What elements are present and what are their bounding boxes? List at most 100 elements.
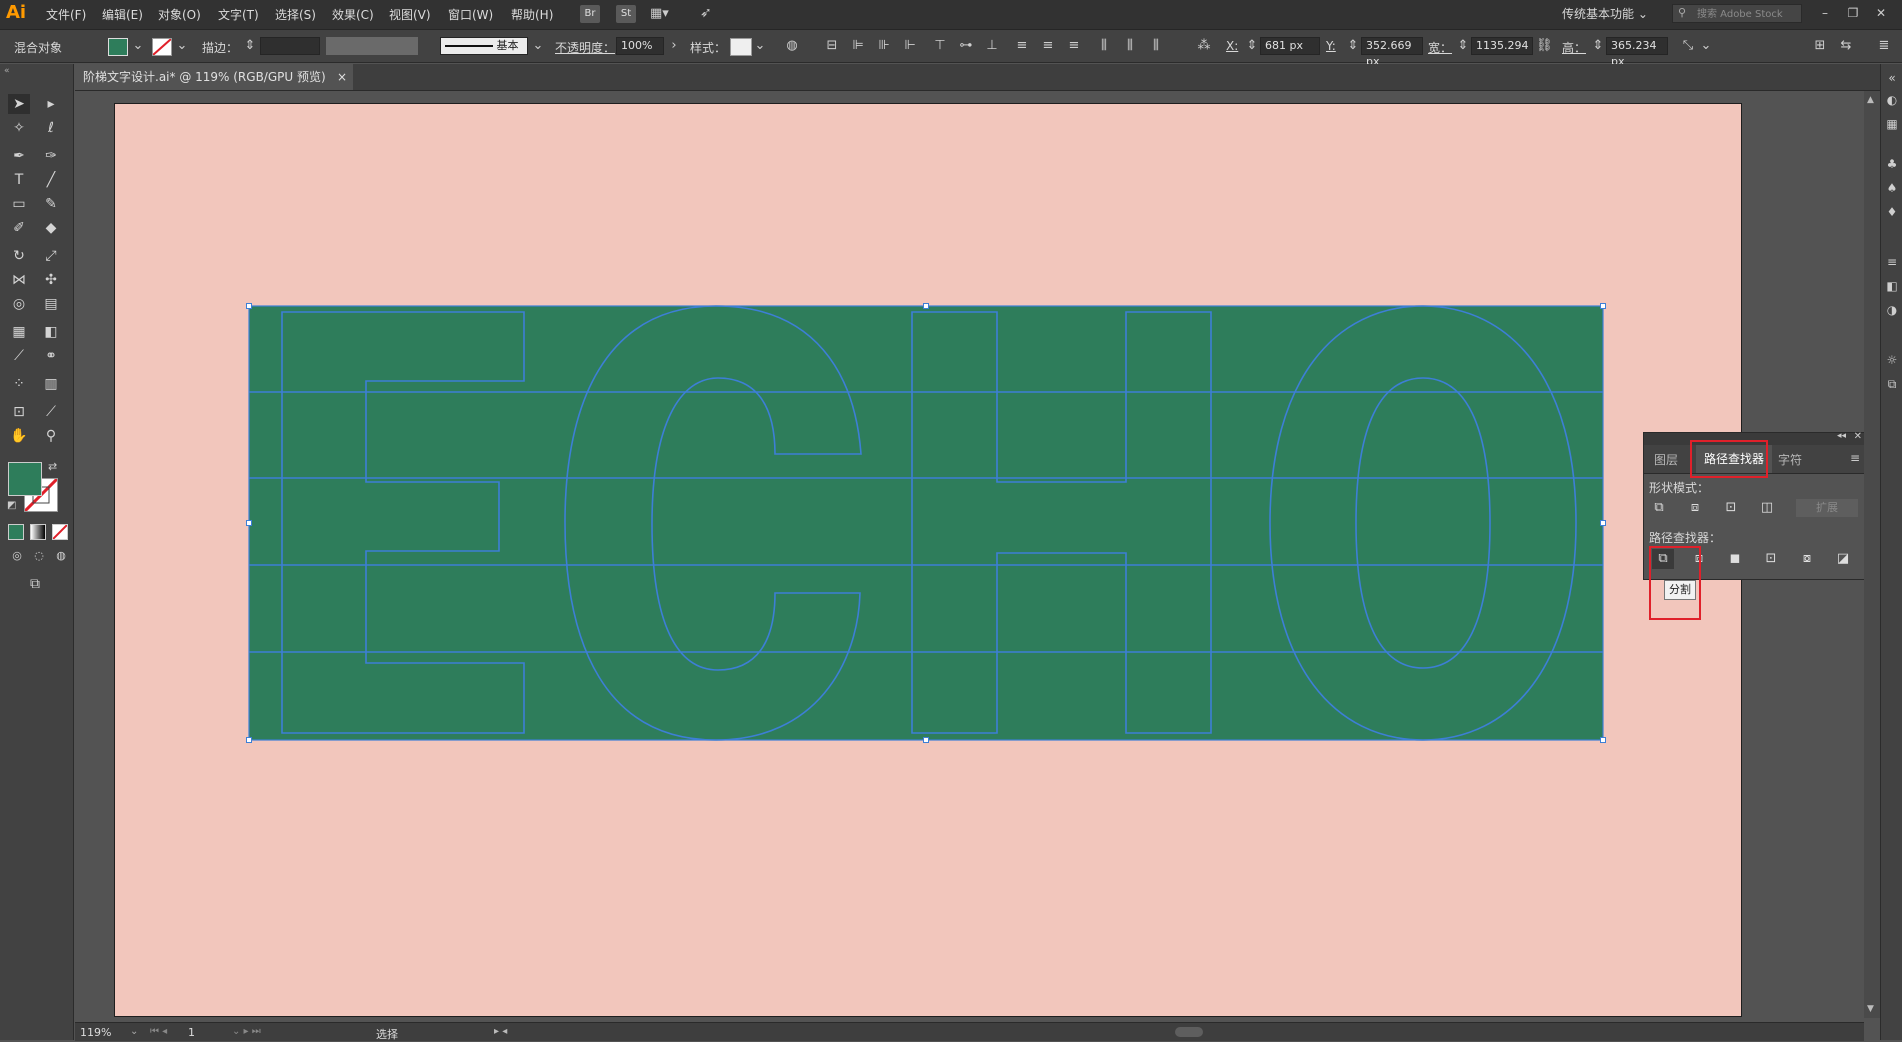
- resize-handle[interactable]: [246, 737, 252, 743]
- menu-file[interactable]: 文件(F): [46, 6, 86, 23]
- scroll-down-icon[interactable]: ▼: [1867, 1004, 1874, 1014]
- chevron-down-icon[interactable]: ⌄: [530, 38, 546, 54]
- workspace-switcher[interactable]: 传统基本功能 ⌄: [1562, 5, 1648, 22]
- horizontal-align-left-icon[interactable]: ⊫: [850, 38, 866, 54]
- recolor-artwork-icon[interactable]: ◍: [784, 38, 800, 54]
- arrange-documents-icon[interactable]: ▦▾: [650, 6, 669, 21]
- horizontal-align-right-icon[interactable]: ⊩: [902, 38, 918, 54]
- distribute-right-icon[interactable]: ⫼: [1148, 38, 1164, 54]
- draw-inside-icon[interactable]: ◍: [50, 546, 72, 566]
- menu-select[interactable]: 选择(S): [275, 6, 316, 23]
- swap-fill-stroke-icon[interactable]: ⇄: [48, 460, 57, 473]
- color-mode-icon[interactable]: [8, 524, 24, 540]
- first-artboard-icon[interactable]: ⏮ ◂: [150, 1026, 167, 1037]
- distribute-center-icon[interactable]: ≡: [1040, 38, 1056, 54]
- brushes-panel-icon[interactable]: ♠: [1884, 180, 1900, 196]
- x-stepper[interactable]: ⇕: [1244, 38, 1260, 54]
- vertical-align-bottom-icon[interactable]: ⊥: [984, 38, 1000, 54]
- distribute-top-icon[interactable]: ≡: [1014, 38, 1030, 54]
- collapse-icon[interactable]: «: [1884, 70, 1900, 86]
- puppet-warp-tool-icon[interactable]: ✣: [40, 270, 62, 290]
- variable-width-profile[interactable]: [326, 37, 418, 55]
- x-input[interactable]: 681 px: [1260, 37, 1320, 55]
- minimize-icon[interactable]: –: [1812, 4, 1838, 22]
- close-window-icon[interactable]: ✕: [1868, 4, 1894, 22]
- none-mode-icon[interactable]: [52, 524, 68, 540]
- height-input[interactable]: 365.234 px: [1606, 37, 1668, 68]
- vertical-align-center-icon[interactable]: ⊶: [958, 38, 974, 54]
- graphic-styles-icon[interactable]: ♦: [1884, 204, 1900, 220]
- resize-handle[interactable]: [246, 303, 252, 309]
- symbols-panel-icon[interactable]: ♣: [1884, 156, 1900, 172]
- transparency-panel-icon[interactable]: ◑: [1884, 302, 1900, 318]
- layers-panel-icon[interactable]: ⧉: [1884, 376, 1900, 392]
- height-stepper[interactable]: ⇕: [1590, 38, 1606, 54]
- gradient-mode-icon[interactable]: [30, 524, 46, 540]
- line-tool-icon[interactable]: ╱: [40, 170, 62, 190]
- menu-view[interactable]: 视图(V): [389, 6, 431, 23]
- collapse-panel-icon[interactable]: ◂◂: [1837, 431, 1846, 441]
- eraser-tool-icon[interactable]: ◆: [40, 218, 62, 238]
- chevron-down-icon[interactable]: ⌄: [174, 38, 190, 54]
- bridge-button[interactable]: Br: [580, 5, 600, 23]
- curvature-tool-icon[interactable]: ✑: [40, 146, 62, 166]
- close-panel-icon[interactable]: ✕: [1854, 431, 1862, 442]
- draw-normal-icon[interactable]: ◎: [6, 546, 28, 566]
- panel-menu-icon[interactable]: ⇆: [1838, 38, 1854, 54]
- gpu-performance-icon[interactable]: ➶: [700, 5, 712, 21]
- menu-help[interactable]: 帮助(H): [511, 6, 553, 23]
- color-panel-icon[interactable]: ◐: [1884, 92, 1900, 108]
- direct-selection-tool-icon[interactable]: ▸: [40, 94, 62, 114]
- resize-handle[interactable]: [1600, 737, 1606, 743]
- type-tool-icon[interactable]: T: [8, 170, 30, 190]
- status-menu-icon[interactable]: ▸ ◂: [494, 1026, 507, 1037]
- crop-icon[interactable]: ⊡: [1760, 549, 1782, 569]
- outline-icon[interactable]: ⧇: [1796, 549, 1818, 569]
- fill-color-box[interactable]: [8, 462, 42, 496]
- column-graph-tool-icon[interactable]: ▥: [40, 374, 62, 394]
- tab-character[interactable]: 字符: [1778, 451, 1802, 468]
- scroll-up-icon[interactable]: ▲: [1867, 95, 1874, 105]
- stock-search-input[interactable]: 搜索 Adobe Stock: [1672, 4, 1802, 23]
- rectangle-tool-icon[interactable]: ▭: [8, 194, 30, 214]
- resize-handle[interactable]: [1600, 303, 1606, 309]
- resize-handle[interactable]: [1600, 520, 1606, 526]
- stock-button[interactable]: St: [616, 5, 636, 23]
- collapse-icon[interactable]: «: [4, 66, 10, 76]
- align-to-icon[interactable]: ⊟: [824, 38, 840, 54]
- rotate-tool-icon[interactable]: ↻: [8, 246, 30, 266]
- stroke-swatch[interactable]: [152, 38, 172, 56]
- gradient-panel-icon[interactable]: ◧: [1884, 278, 1900, 294]
- paintbrush-tool-icon[interactable]: ✎: [40, 194, 62, 214]
- intersect-icon[interactable]: ⊡: [1720, 498, 1742, 518]
- pen-tool-icon[interactable]: ✒: [8, 146, 30, 166]
- blend-tool-icon[interactable]: ⚭: [40, 346, 62, 366]
- stroke-weight-input[interactable]: [260, 37, 320, 55]
- distribute-hcenter-icon[interactable]: ⫼: [1122, 38, 1138, 54]
- zoom-tool-icon[interactable]: ⚲: [40, 426, 62, 446]
- lasso-tool-icon[interactable]: ℓ: [40, 118, 62, 138]
- menu-list-icon[interactable]: ≣: [1876, 38, 1892, 54]
- zoom-dropdown-icon[interactable]: ⌄: [130, 1026, 138, 1037]
- hand-tool-icon[interactable]: ✋: [8, 426, 30, 446]
- menu-window[interactable]: 窗口(W): [448, 6, 493, 23]
- mesh-tool-icon[interactable]: ▦: [8, 322, 30, 342]
- artboard-number[interactable]: 1: [188, 1026, 195, 1039]
- opacity-label[interactable]: 不透明度：: [555, 39, 615, 56]
- appearance-panel-icon[interactable]: ☼: [1884, 352, 1900, 368]
- artwork[interactable]: [115, 104, 1741, 1016]
- eyedropper-tool-icon[interactable]: ⟋: [8, 346, 30, 366]
- default-fill-stroke-icon[interactable]: ◩: [7, 500, 16, 511]
- stroke-weight-stepper[interactable]: ⇕: [242, 38, 258, 54]
- restore-icon[interactable]: ❐: [1840, 4, 1866, 22]
- horizontal-scrollbar[interactable]: [75, 1022, 1864, 1041]
- width-stepper[interactable]: ⇕: [1455, 38, 1471, 54]
- swatches-panel-icon[interactable]: ▦: [1884, 116, 1900, 132]
- menu-object[interactable]: 对象(O): [158, 6, 201, 23]
- vertical-scrollbar[interactable]: ▲ ▼: [1864, 91, 1880, 1018]
- minus-front-icon[interactable]: ⧈: [1684, 498, 1706, 518]
- width-input[interactable]: 1135.294: [1471, 37, 1533, 55]
- transform-icon[interactable]: ⤡: [1680, 38, 1696, 54]
- resize-handle[interactable]: [923, 303, 929, 309]
- green-rectangle[interactable]: [249, 306, 1603, 740]
